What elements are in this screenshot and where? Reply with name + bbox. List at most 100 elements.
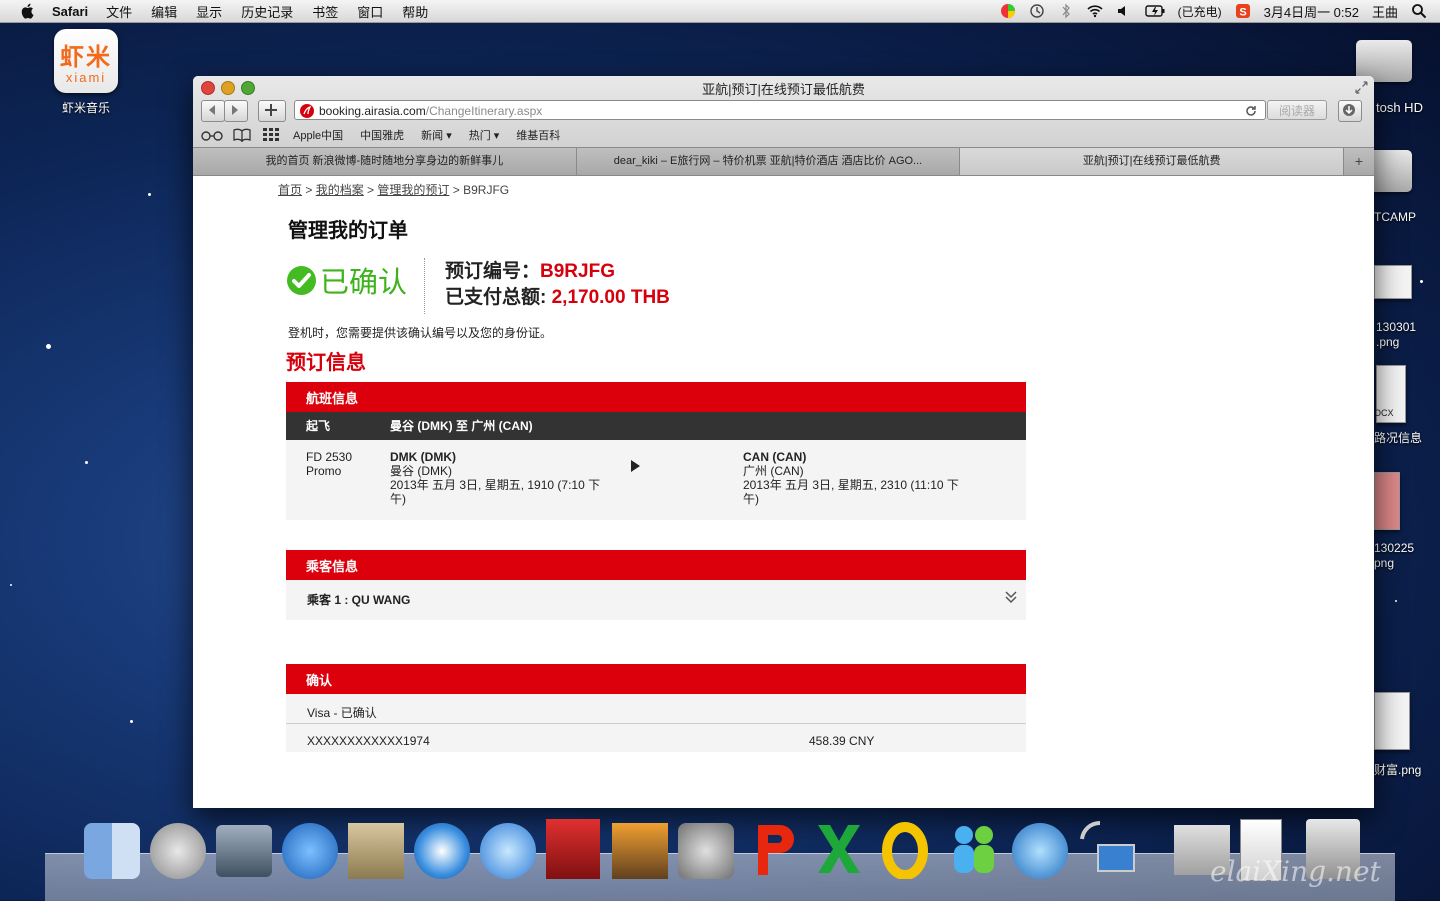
apple-logo-icon[interactable] xyxy=(18,3,36,19)
desktop-label: TCAMP xyxy=(1374,210,1416,224)
remote-desktop-icon[interactable] xyxy=(1078,819,1138,879)
mail-stamp-icon[interactable] xyxy=(348,823,404,879)
app-name[interactable]: Safari xyxy=(52,4,88,19)
menu-help[interactable]: 帮助 xyxy=(402,2,428,21)
powerpoint-icon[interactable] xyxy=(750,819,800,879)
download-globe-icon[interactable] xyxy=(1012,823,1068,879)
photo-booth-icon[interactable] xyxy=(546,819,600,879)
to-time: 2013年 五月 3日, 星期五, 2310 (11:10 下午) xyxy=(743,478,959,506)
star xyxy=(1420,280,1423,283)
breadcrumb-current: B9RJFG xyxy=(463,183,510,197)
breadcrumb: 首页 > 我的档案 > 管理我的预订 > B9RJFG xyxy=(278,183,510,197)
card-number: XXXXXXXXXXXX1974 xyxy=(307,734,430,748)
star xyxy=(46,344,51,349)
section-title: 预订信息 xyxy=(286,352,366,374)
boarding-notice: 登机时，您需要提供该确认编号以及您的身份证。 xyxy=(288,326,553,340)
bookmark-apple[interactable]: Apple中国 xyxy=(293,127,343,143)
user-name[interactable]: 王曲 xyxy=(1372,2,1398,21)
battery-icon[interactable] xyxy=(1144,3,1165,19)
fullscreen-icon[interactable] xyxy=(1355,81,1368,94)
excel-icon[interactable] xyxy=(814,819,864,879)
payment-card-row: XXXXXXXXXXXX1974 458.39 CNY xyxy=(286,724,1026,752)
route-label: 曼谷 (DMK) 至 广州 (CAN) xyxy=(390,419,533,433)
paid-amount: 2,170.00 THB xyxy=(551,287,670,308)
passenger-row[interactable]: 乘客 1 : QU WANG xyxy=(286,580,1026,620)
bookmarks-book-icon[interactable] xyxy=(233,128,251,142)
from-code: DMK (DMK) xyxy=(390,450,456,464)
reading-list-icon[interactable] xyxy=(201,128,223,142)
desktop-label: 130301 xyxy=(1376,320,1417,334)
xiami-logo-cn: 虾米 xyxy=(60,44,112,71)
bookmark-popular[interactable]: 热门 ▾ xyxy=(469,127,500,143)
address-host: booking.airasia.com xyxy=(319,104,426,118)
breadcrumb-home[interactable]: 首页 xyxy=(278,183,302,197)
tab-airasia[interactable]: 亚航|预订|在线预订最低航费 xyxy=(960,148,1345,175)
png-file-icon[interactable] xyxy=(1374,692,1410,750)
bookmark-wikipedia[interactable]: 维基百科 xyxy=(516,127,560,143)
menu-edit[interactable]: 编辑 xyxy=(151,2,177,21)
menubar: Safari 文件 编辑 显示 历史记录 书签 窗口 帮助 (已充电) S 3月… xyxy=(0,0,1440,23)
xiami-app-icon[interactable]: 虾米 xiami xyxy=(54,29,118,93)
star xyxy=(85,461,88,464)
depart-column-label: 起飞 xyxy=(306,419,331,433)
breadcrumb-manage[interactable]: 管理我的预订 xyxy=(377,183,449,197)
passenger-1: 乘客 1 : QU WANG xyxy=(307,593,411,607)
desktop-label: OCX xyxy=(1374,408,1394,418)
new-tab-button[interactable]: + xyxy=(1344,148,1374,175)
finder-icon[interactable] xyxy=(84,823,140,879)
launchpad-rocket-icon[interactable] xyxy=(150,823,206,879)
safari-compass-icon[interactable] xyxy=(414,823,470,879)
address-bar[interactable]: booking.airasia.com/ChangeItinerary.aspx xyxy=(294,100,1266,120)
bookmarks-bar: Apple中国 中国雅虎 新闻 ▾ 热门 ▾ 维基百科 xyxy=(201,125,1374,145)
top-sites-grid-icon[interactable] xyxy=(263,128,279,142)
page-title: 管理我的订单 xyxy=(288,220,408,242)
time-machine-icon[interactable] xyxy=(1029,3,1045,19)
expand-chevron-icon[interactable] xyxy=(1005,590,1017,604)
menu-window[interactable]: 窗口 xyxy=(357,2,383,21)
bookmark-yahoo[interactable]: 中国雅虎 xyxy=(360,127,404,143)
downloads-button[interactable] xyxy=(1338,100,1362,122)
wifi-icon[interactable] xyxy=(1087,3,1103,19)
colorful-circle-icon[interactable] xyxy=(1000,3,1016,19)
menu-bookmarks[interactable]: 书签 xyxy=(312,2,338,21)
forward-button[interactable] xyxy=(224,100,248,122)
web-page: 首页 > 我的档案 > 管理我的预订 > B9RJFG 管理我的订单 已确认 预… xyxy=(193,176,1374,808)
address-path: /ChangeItinerary.aspx xyxy=(425,104,543,118)
star xyxy=(130,720,133,723)
payment-info-header: 确认 xyxy=(286,664,1026,694)
flight-info-header: 航班信息 xyxy=(286,382,1026,412)
tab-weibo[interactable]: 我的首页 新浪微博-随时随地分享身边的新鲜事儿 xyxy=(193,148,577,175)
mission-control-icon[interactable] xyxy=(216,825,272,877)
volume-icon[interactable] xyxy=(1116,3,1132,19)
desktop-label: png xyxy=(1374,556,1395,570)
menu-history[interactable]: 历史记录 xyxy=(241,2,293,21)
menu-file[interactable]: 文件 xyxy=(106,2,132,21)
tab-elong[interactable]: dear_kiki – E旅行网 – 特价机票 亚航|特价酒店 酒店比价 AGO… xyxy=(577,148,961,175)
outlook-icon[interactable] xyxy=(880,819,930,880)
menu-view[interactable]: 显示 xyxy=(196,2,222,21)
clock[interactable]: 3月4日周一 0:52 xyxy=(1264,2,1359,21)
reload-icon[interactable] xyxy=(1245,105,1257,117)
reader-button[interactable]: 阅读器 xyxy=(1267,100,1327,120)
tab-bar: 我的首页 新浪微博-随时随地分享身边的新鲜事儿 dear_kiki – E旅行网… xyxy=(193,147,1374,175)
bluetooth-icon[interactable] xyxy=(1058,3,1074,19)
iphoto-icon[interactable] xyxy=(612,823,668,879)
bookmark-news[interactable]: 新闻 ▾ xyxy=(421,127,452,143)
star xyxy=(10,584,12,586)
confirmation-status: 已确认 xyxy=(287,259,407,301)
back-button[interactable] xyxy=(201,100,225,122)
photo-file-icon[interactable] xyxy=(1374,472,1400,530)
passenger-info-header: 乘客信息 xyxy=(286,550,1026,580)
itunes-icon[interactable] xyxy=(480,823,536,879)
flight-detail-row: FD 2530 Promo DMK (DMK) 曼谷 (DMK) 2013年 五… xyxy=(286,440,1026,520)
app-store-icon[interactable] xyxy=(282,823,338,879)
messenger-people-icon[interactable] xyxy=(946,821,1002,877)
system-preferences-gear-icon[interactable] xyxy=(678,823,734,879)
breadcrumb-profile[interactable]: 我的档案 xyxy=(316,183,364,197)
png-file-icon[interactable] xyxy=(1374,265,1412,299)
titlebar: 亚航|预订|在线预订最低航费 booking.airasia.com/Chang… xyxy=(193,76,1374,176)
spotlight-search-icon[interactable] xyxy=(1411,3,1427,19)
add-bookmark-button[interactable] xyxy=(258,100,286,122)
watermark: elaiXing.net xyxy=(1210,855,1381,888)
sogou-input-icon[interactable]: S xyxy=(1235,3,1251,19)
